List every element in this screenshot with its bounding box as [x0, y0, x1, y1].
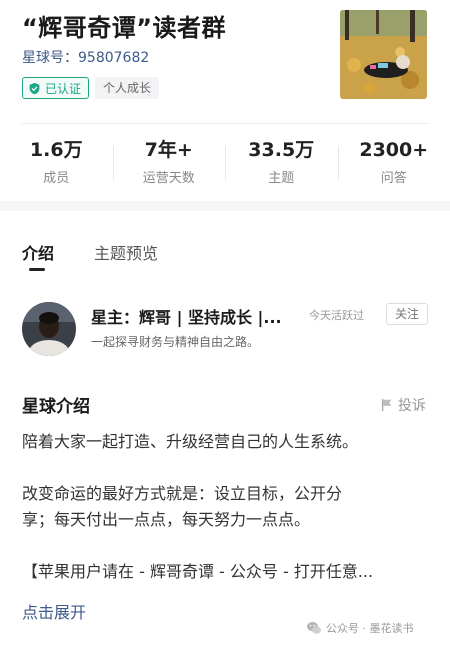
stat-value: 33.5万 — [248, 139, 315, 161]
stats-bar: 1.6万 成员 7年+ 运营天数 33.5万 主题 2300+ 问答 — [0, 136, 450, 192]
tab-intro[interactable]: 介绍 — [22, 240, 54, 264]
active-status: 今天活跃过 — [309, 309, 364, 322]
owner-description: 一起探寻财务与精神自由之路。 — [91, 335, 260, 349]
intro-line: 享；每天付出一点点，每天努力一点点。 — [22, 510, 311, 529]
stat-label: 问答 — [380, 171, 407, 186]
owner-name[interactable]: 星主：辉哥 | 坚持成长 |... — [91, 304, 282, 328]
stat-operating-days[interactable]: 7年+ 运营天数 — [112, 136, 226, 192]
follow-button[interactable]: 关注 — [386, 303, 428, 325]
verified-label: 已认证 — [45, 81, 82, 96]
stat-label: 成员 — [43, 171, 70, 186]
tab-bar: 介绍 主题预览 — [0, 240, 450, 280]
active-tab-indicator — [29, 268, 45, 271]
stat-value: 1.6万 — [29, 139, 83, 161]
stat-topics[interactable]: 33.5万 主题 — [225, 136, 338, 192]
stat-label: 运营天数 — [142, 171, 195, 186]
avatar[interactable] — [22, 302, 76, 356]
planet-header: “辉哥奇谭”读者群 星球号：95807682 已认证 个人成长 1.6万 成员 … — [0, 0, 450, 200]
intro-line: 【苹果用户请在 - 辉哥奇谭 - 公众号 - 打开任意... — [22, 562, 374, 581]
stat-value: 2300+ — [359, 139, 429, 161]
report-label: 投诉 — [398, 398, 426, 414]
owner-card: 星主：辉哥 | 坚持成长 |... 今天活跃过 关注 一起探寻财务与精神自由之路… — [0, 300, 450, 360]
stat-members[interactable]: 1.6万 成员 — [0, 136, 113, 192]
intro-line: 陪着大家一起打造、升级经营自己的人生系统。 — [22, 432, 359, 451]
shield-check-icon — [29, 82, 40, 94]
category-tag[interactable]: 个人成长 — [95, 77, 160, 99]
intro-body: 陪着大家一起打造、升级经营自己的人生系统。 改变命运的最好方式就是：设立目标，公… — [22, 429, 432, 585]
verified-badge: 已认证 — [22, 77, 90, 99]
page-title: “辉哥奇谭”读者群 — [22, 14, 227, 42]
badge-row: 已认证 个人成长 — [22, 77, 160, 99]
cover-image[interactable] — [340, 10, 427, 99]
stat-label: 主题 — [268, 171, 295, 186]
expand-link[interactable]: 点击展开 — [22, 599, 86, 623]
divider — [22, 123, 428, 124]
section-separator — [0, 201, 450, 211]
flag-icon — [381, 398, 392, 412]
intro-title: 星球介绍 — [22, 397, 90, 417]
stat-value: 7年+ — [144, 139, 193, 161]
stat-qa[interactable]: 2300+ 问答 — [337, 136, 450, 192]
intro-line: 改变命运的最好方式就是：设立目标，公开分 — [22, 484, 343, 503]
planet-id: 星球号：95807682 — [22, 50, 150, 66]
watermark: 公众号 · 墨花读书 — [306, 620, 414, 636]
watermark-text: 公众号 · 墨花读书 — [326, 622, 414, 635]
wechat-icon — [307, 622, 321, 634]
report-button[interactable]: 投诉 — [380, 395, 426, 415]
tab-topic-preview[interactable]: 主题预览 — [94, 240, 158, 264]
intro-header: 星球介绍 投诉 — [0, 392, 450, 420]
